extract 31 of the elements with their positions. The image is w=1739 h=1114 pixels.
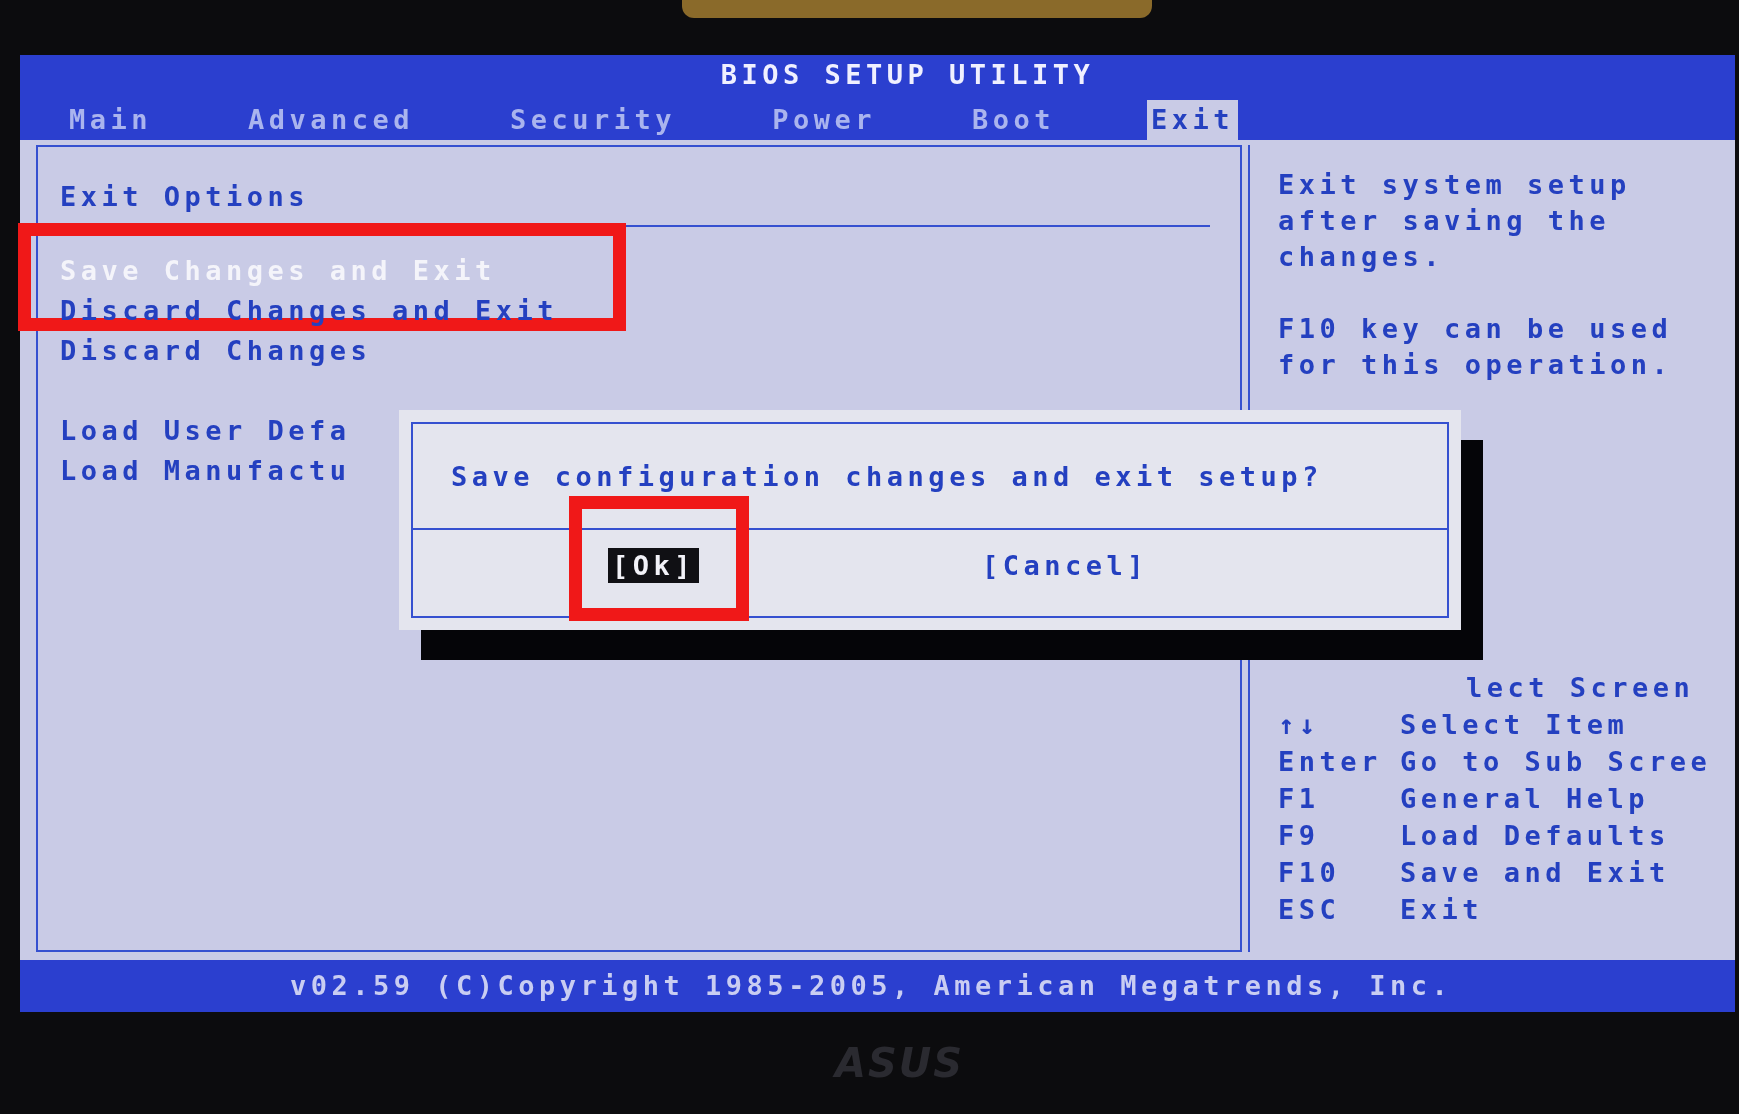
menu-tab[interactable]: Main xyxy=(65,100,157,140)
key-action: General Help xyxy=(1400,782,1651,816)
key-name: F1 xyxy=(1278,782,1321,816)
screen-title: BIOS SETUP UTILITY xyxy=(720,59,1095,90)
menu-tab[interactable]: Exit xyxy=(1146,100,1238,140)
key-action: Load Defaults xyxy=(1400,819,1671,853)
section-heading: Exit Options xyxy=(60,180,311,214)
key-action: lect Screen xyxy=(1465,671,1696,705)
key-action: Select Item xyxy=(1400,708,1630,742)
key-action: Go to Sub Scree xyxy=(1400,745,1713,779)
key-name: ↑↓ xyxy=(1278,708,1321,742)
menu-option[interactable]: Discard Changes xyxy=(60,335,372,366)
copyright-text: v02.59 (C)Copyright 1985-2005, American Megatrends, Inc. xyxy=(290,970,1453,1001)
menu-option[interactable]: Load Manufactu xyxy=(60,455,351,486)
key-action: Exit xyxy=(1400,893,1485,927)
ok-button[interactable]: [Ok] xyxy=(608,548,700,583)
menu-option[interactable]: Discard Changes and Exit xyxy=(60,295,559,326)
menu-tab[interactable]: Security xyxy=(506,100,681,140)
key-name: F10 xyxy=(1278,856,1342,890)
key-name: ESC xyxy=(1278,893,1342,927)
dialog-message: Save configuration changes and exit setup? xyxy=(451,460,1323,492)
menu-option[interactable]: Load User Defa xyxy=(60,415,351,446)
key-action: Save and Exit xyxy=(1400,856,1671,890)
key-name: Enter xyxy=(1278,745,1383,779)
help-text: F10 key can be used for this operation. xyxy=(1278,312,1674,382)
menu-tab[interactable]: Advanced xyxy=(244,100,419,140)
menu-tab[interactable]: Power xyxy=(768,100,880,140)
menu-tab[interactable]: Boot xyxy=(967,100,1059,140)
key-name: F9 xyxy=(1278,819,1321,853)
help-text: Exit system setup after saving the changes. xyxy=(1278,168,1632,274)
cancel-button[interactable]: [Cancel] xyxy=(978,548,1153,583)
